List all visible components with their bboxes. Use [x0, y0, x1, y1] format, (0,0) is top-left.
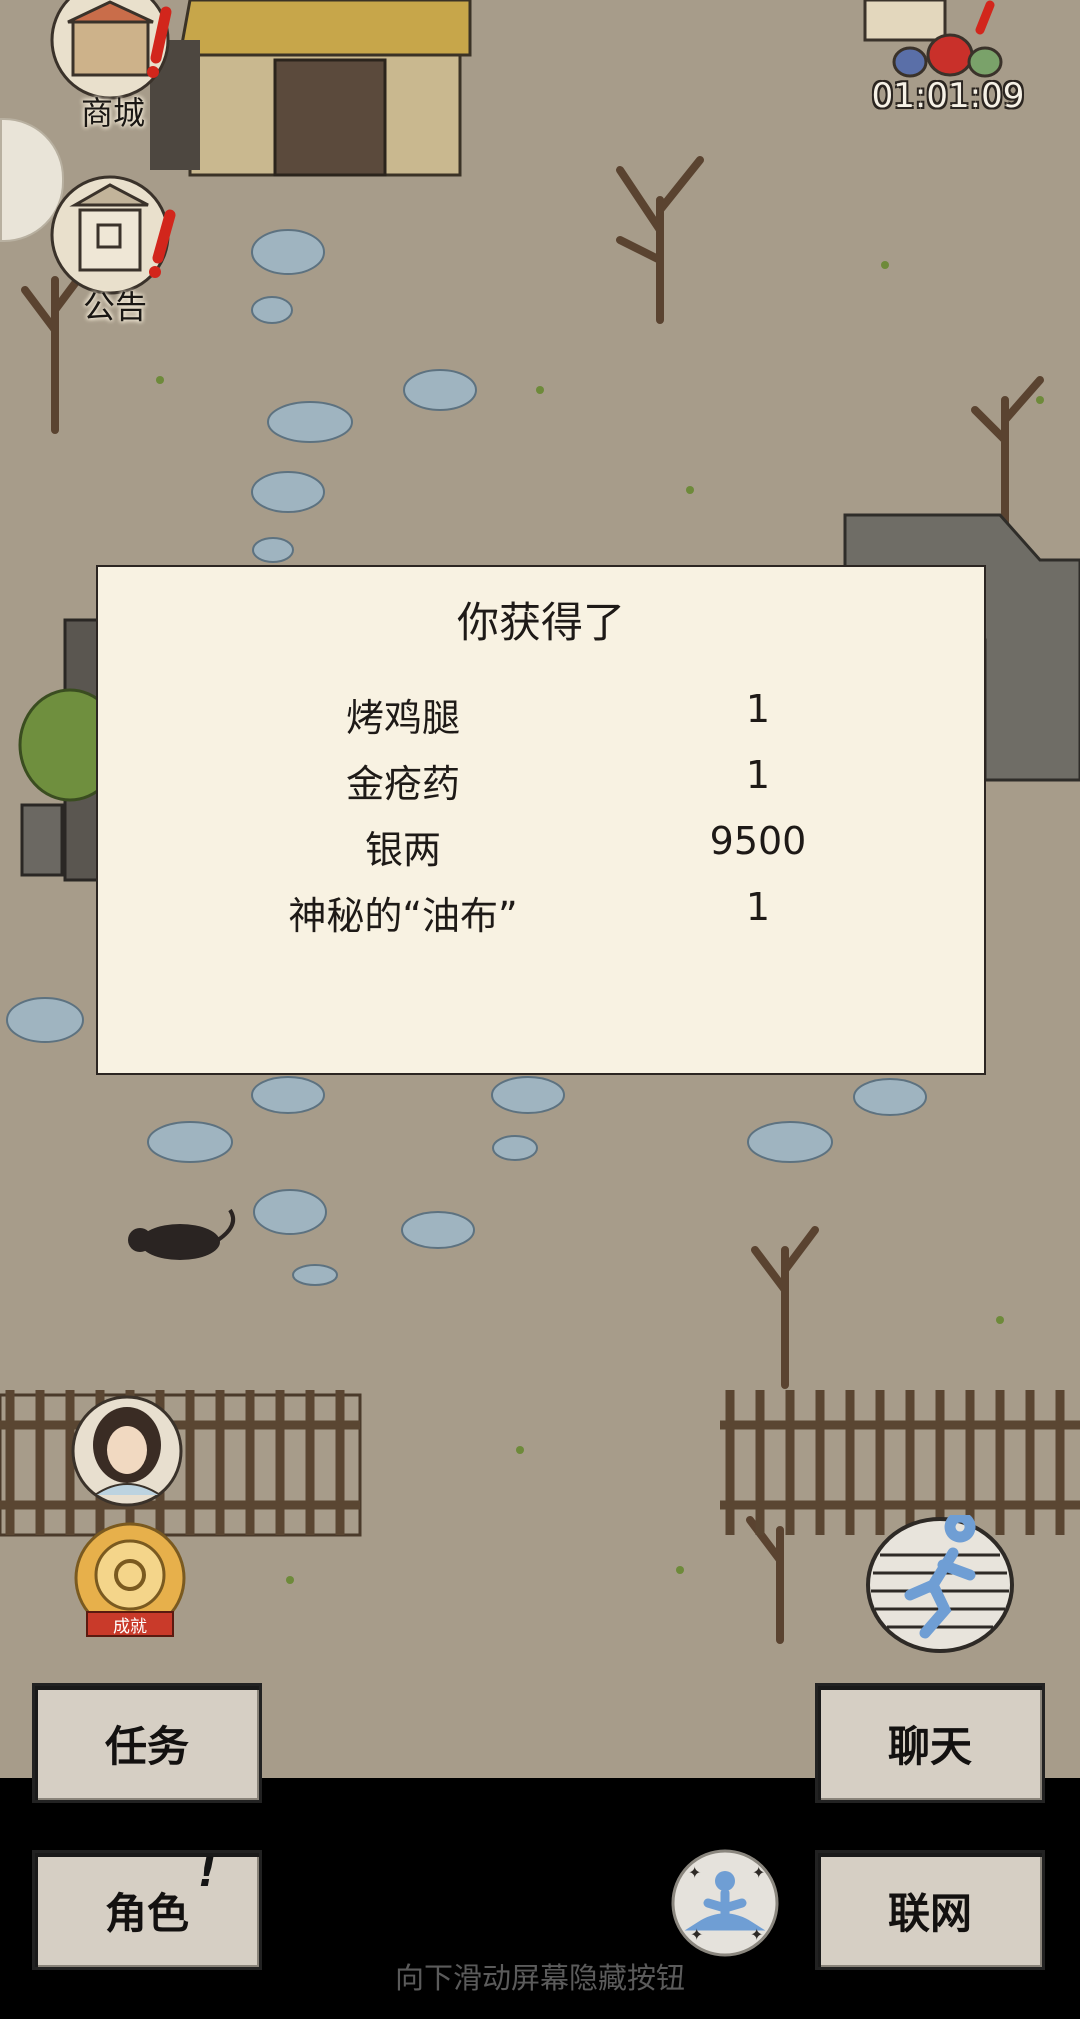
- network-button[interactable]: 联网: [815, 1850, 1045, 1970]
- role-label: 角色: [104, 1888, 189, 1938]
- reward-row: 神秘的“油布” 1: [98, 873, 984, 939]
- reward-row: 金疮药 1: [98, 741, 984, 807]
- achievement-label: 成就: [113, 1617, 147, 1637]
- reward-row: 烤鸡腿 1: [98, 675, 984, 741]
- reward-qty: 1: [745, 687, 771, 731]
- shop-label: 商城: [80, 94, 145, 132]
- svg-text:✦: ✦: [688, 1863, 701, 1882]
- reward-qty: 1: [745, 753, 771, 797]
- meditate-button[interactable]: ✦ ✦ ✦ ✦: [670, 1848, 780, 1958]
- svg-text:✦: ✦: [690, 1925, 703, 1944]
- shop-button[interactable]: 商城: [38, 0, 188, 135]
- reward-name: 银两: [364, 828, 441, 872]
- shop-icon: [50, 0, 172, 100]
- countdown-timer: 01:01:09: [871, 76, 1025, 116]
- meditate-icon: ✦ ✦ ✦ ✦: [671, 1849, 779, 1957]
- task-button[interactable]: 任务: [32, 1683, 262, 1803]
- reward-qty: 9500: [709, 819, 807, 863]
- loot-button[interactable]: [850, 0, 1030, 80]
- reward-name: 神秘的“油布”: [288, 894, 518, 938]
- achievement-button[interactable]: 成就: [65, 1520, 195, 1640]
- svg-text:✦: ✦: [750, 1925, 763, 1944]
- character-avatar-button[interactable]: [65, 1395, 190, 1507]
- swipe-hint: 向下滑动屏幕隐藏按钮: [394, 1961, 685, 1995]
- chat-button[interactable]: 聊天: [815, 1683, 1045, 1803]
- role-alert-mark: !: [198, 1850, 217, 1896]
- house-building: [150, 0, 472, 177]
- run-button[interactable]: [865, 1511, 1015, 1655]
- reward-dialog[interactable]: 你获得了 烤鸡腿 1 金疮药 1 银两 9500 神秘的“油布” 1: [96, 565, 986, 1075]
- svg-text:✦: ✦: [752, 1863, 765, 1882]
- run-icon: [866, 1511, 1014, 1653]
- dialog-title: 你获得了: [456, 598, 625, 647]
- reward-name: 烤鸡腿: [345, 696, 460, 740]
- role-button[interactable]: 角色: [32, 1850, 262, 1970]
- reward-qty: 1: [745, 885, 771, 929]
- notice-label: 公告: [82, 288, 147, 326]
- reward-row: 银两 9500: [98, 807, 984, 873]
- notice-button[interactable]: 公告: [40, 170, 190, 330]
- notice-icon: [50, 175, 176, 295]
- character-avatar-icon: [71, 1395, 183, 1507]
- reward-name: 金疮药: [345, 762, 460, 806]
- loot-bags-icon: [863, 0, 1003, 78]
